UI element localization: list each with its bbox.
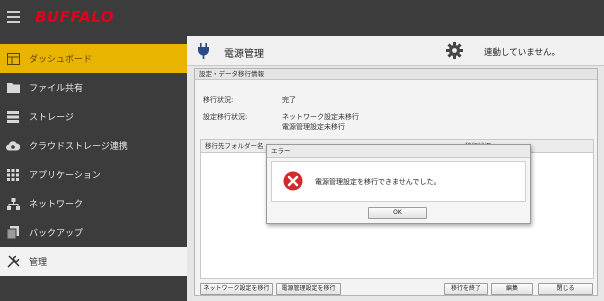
sidebar-item-label: アプリケーション bbox=[29, 171, 101, 181]
page-title: 電源管理 bbox=[224, 49, 264, 60]
sidebar-item-label: ストレージ bbox=[29, 113, 74, 123]
cloud-sync-icon bbox=[6, 139, 20, 153]
close-button[interactable]: 閉じる bbox=[538, 283, 593, 295]
sidebar-item-applications[interactable]: アプリケーション bbox=[0, 160, 187, 189]
network-icon bbox=[6, 197, 20, 211]
gear-icon[interactable] bbox=[446, 42, 463, 61]
power-plug-icon bbox=[197, 43, 211, 61]
error-dialog: エラー 電源管理設定を移行できませんでした。 OK bbox=[266, 144, 531, 224]
sidebar-item-label: クラウドストレージ連携 bbox=[29, 142, 128, 152]
sidebar-item-label: 管理 bbox=[29, 258, 48, 268]
sidebar-item-cloud-storage[interactable]: クラウドストレージ連携 bbox=[0, 131, 187, 160]
link-status-text: 連動していません。 bbox=[484, 48, 560, 58]
migration-status-label: 移行状況: bbox=[203, 96, 234, 104]
sidebar-item-label: バックアップ bbox=[29, 229, 84, 239]
sidebar-item-network[interactable]: ネットワーク bbox=[0, 189, 187, 218]
folder-icon bbox=[6, 81, 20, 95]
ok-button[interactable]: OK bbox=[368, 207, 427, 219]
settings-status-label: 設定移行状況: bbox=[203, 113, 248, 121]
migration-status-value: 完了 bbox=[282, 96, 296, 104]
sidebar-item-label: ダッシュボード bbox=[29, 55, 93, 65]
finish-migration-button[interactable]: 移行を終了 bbox=[444, 283, 488, 295]
settings-status-value-network: ネットワーク設定未移行 bbox=[282, 113, 359, 121]
brand-logo: BUFFALO bbox=[35, 8, 115, 26]
sidebar-item-storage[interactable]: ストレージ bbox=[0, 102, 187, 131]
dialog-body: 電源管理設定を移行できませんでした。 bbox=[271, 161, 526, 202]
panel-title: 設定・データ移行情報 bbox=[195, 69, 597, 80]
sidebar: ダッシュボード ファイル共有 ストレージ クラウドストレージ連携 アプリケーショ… bbox=[0, 36, 187, 301]
top-bar: BUFFALO bbox=[0, 0, 604, 36]
sidebar-item-management[interactable]: 管理 bbox=[0, 247, 187, 276]
sidebar-item-label: ファイル共有 bbox=[29, 84, 84, 94]
settings-status-value-power: 電源管理設定未移行 bbox=[282, 123, 345, 131]
apps-grid-icon bbox=[6, 168, 20, 182]
page-header: 電源管理 連動していません。 bbox=[187, 36, 604, 66]
dashboard-icon bbox=[6, 52, 20, 66]
error-icon bbox=[283, 171, 303, 191]
column-header-folder: 移行先フォルダー名 bbox=[205, 142, 264, 150]
sidebar-item-dashboard[interactable]: ダッシュボード bbox=[0, 44, 187, 73]
sidebar-item-file-share[interactable]: ファイル共有 bbox=[0, 73, 187, 102]
migrate-power-settings-button[interactable]: 電源管理設定を移行 bbox=[276, 283, 341, 295]
tools-icon bbox=[6, 255, 20, 269]
sidebar-item-label: ネットワーク bbox=[29, 200, 84, 210]
dialog-message: 電源管理設定を移行できませんでした。 bbox=[315, 178, 441, 186]
edit-button[interactable]: 編集 bbox=[491, 283, 533, 295]
dialog-title: エラー bbox=[267, 145, 530, 158]
sidebar-item-backup[interactable]: バックアップ bbox=[0, 218, 187, 247]
backup-icon bbox=[6, 226, 20, 240]
hamburger-menu-icon[interactable] bbox=[7, 11, 20, 23]
migrate-network-settings-button[interactable]: ネットワーク設定を移行 bbox=[200, 283, 273, 295]
storage-icon bbox=[6, 110, 20, 124]
